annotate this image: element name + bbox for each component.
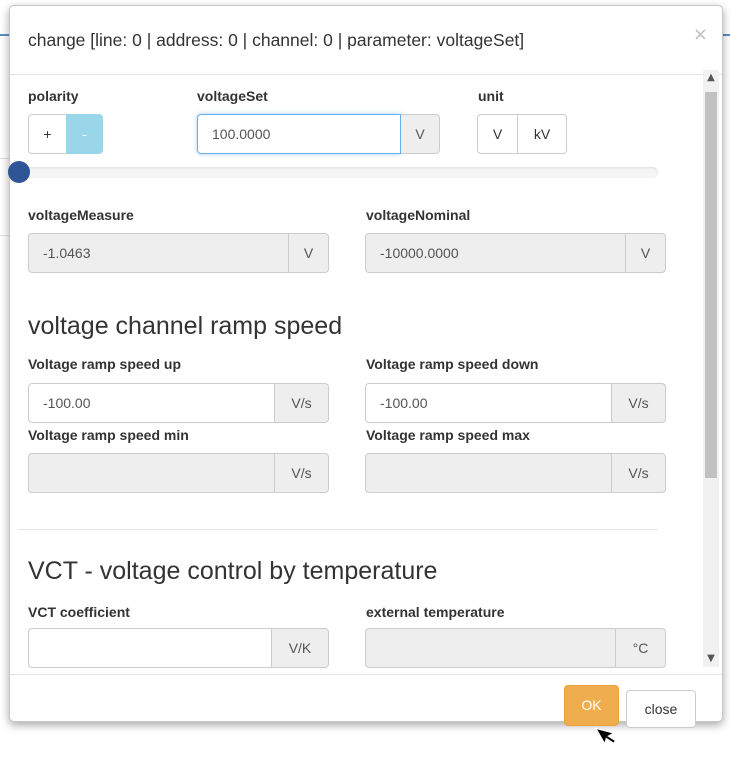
ramp-speed-min-label: Voltage ramp speed min xyxy=(28,427,189,443)
unit-v-button[interactable]: V xyxy=(477,114,518,154)
voltage-nominal-unit: V xyxy=(626,233,666,273)
voltage-measure-label: voltageMeasure xyxy=(28,207,134,223)
ramp-speed-section-title: voltage channel ramp speed xyxy=(28,312,343,340)
dialog-scrollbar[interactable]: ▲ ▼ xyxy=(703,70,719,667)
ramp-speed-down-unit: V/s xyxy=(612,383,666,423)
scroll-up-arrow-icon[interactable]: ▲ xyxy=(703,70,719,86)
ramp-speed-max-label: Voltage ramp speed max xyxy=(366,427,530,443)
ramp-speed-up-input[interactable]: -100.00 xyxy=(28,383,275,423)
voltage-set-unit: V xyxy=(401,114,440,154)
voltage-nominal-field: -10000.0000 xyxy=(365,233,626,273)
ramp-speed-up-unit: V/s xyxy=(275,383,329,423)
vct-coefficient-unit: V/K xyxy=(272,628,329,668)
section-divider xyxy=(18,529,658,530)
background-header-line xyxy=(0,34,9,36)
background-row-line xyxy=(0,158,9,159)
ramp-speed-min-field xyxy=(28,453,275,493)
vct-coefficient-label: VCT coefficient xyxy=(28,604,130,620)
polarity-minus-button[interactable]: - xyxy=(66,114,103,154)
voltage-set-input[interactable]: 100.0000 xyxy=(197,114,401,154)
mouse-pointer-icon xyxy=(594,727,617,746)
vct-section-title: VCT - voltage control by temperature xyxy=(28,557,438,585)
scroll-down-arrow-icon[interactable]: ▼ xyxy=(703,651,719,667)
ok-button[interactable]: OK xyxy=(564,685,619,726)
ramp-speed-max-field xyxy=(365,453,612,493)
voltage-measure-unit: V xyxy=(289,233,329,273)
unit-kv-button[interactable]: kV xyxy=(517,114,567,154)
dialog-title: change [line: 0 | address: 0 | channel: … xyxy=(28,30,525,50)
voltage-measure-field: -1.0463 xyxy=(28,233,289,273)
ramp-speed-down-label: Voltage ramp speed down xyxy=(366,356,539,372)
polarity-plus-button[interactable]: + xyxy=(28,114,67,154)
external-temperature-unit: °C xyxy=(616,628,666,668)
voltage-slider-track[interactable] xyxy=(19,167,658,178)
vct-coefficient-input[interactable] xyxy=(28,628,272,668)
ramp-speed-down-input[interactable]: -100.00 xyxy=(365,383,612,423)
close-button[interactable]: close xyxy=(626,690,696,728)
unit-label: unit xyxy=(478,88,504,104)
dialog-header: change [line: 0 | address: 0 | channel: … xyxy=(10,6,722,75)
external-temperature-label: external temperature xyxy=(366,604,505,620)
voltage-set-label: voltageSet xyxy=(197,88,268,104)
voltage-nominal-label: voltageNominal xyxy=(366,207,471,223)
ramp-speed-max-unit: V/s xyxy=(612,453,666,493)
polarity-label: polarity xyxy=(28,88,79,104)
background-row-line xyxy=(0,235,9,236)
close-icon[interactable]: × xyxy=(693,24,708,45)
scroll-thumb[interactable] xyxy=(705,92,717,478)
voltage-slider-handle[interactable] xyxy=(8,161,30,183)
external-temperature-field xyxy=(365,628,616,668)
ramp-speed-min-unit: V/s xyxy=(275,453,329,493)
ramp-speed-up-label: Voltage ramp speed up xyxy=(28,356,181,372)
